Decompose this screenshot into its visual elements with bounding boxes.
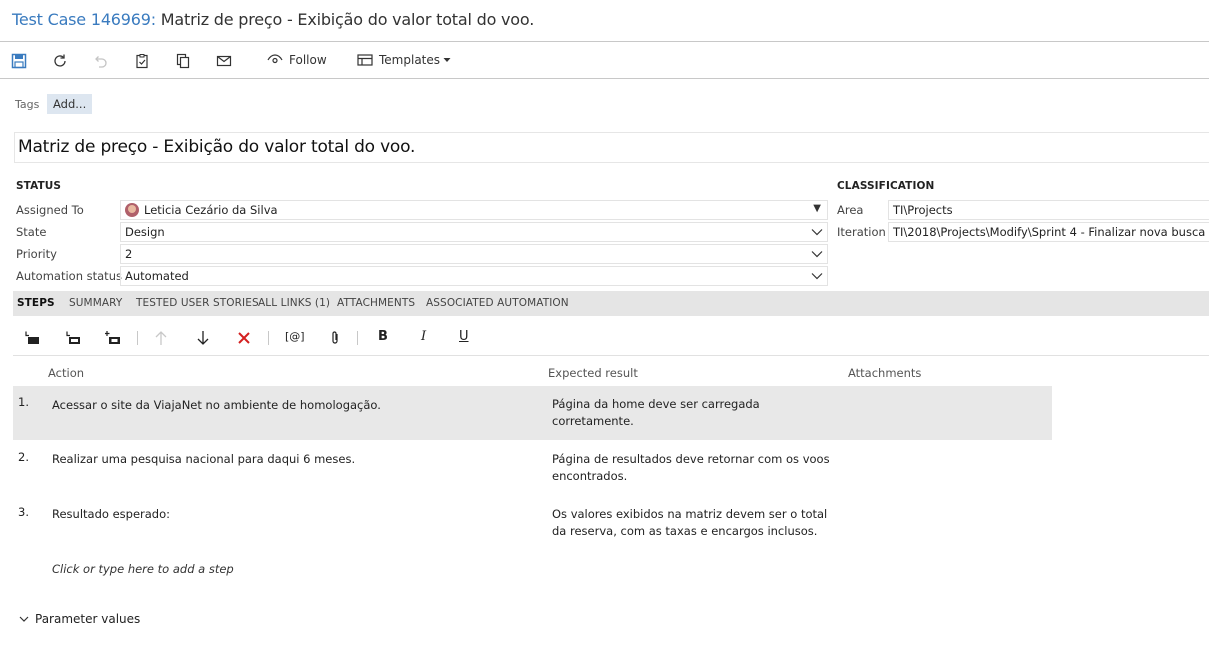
- clipboard-check-icon[interactable]: [132, 51, 152, 71]
- step-action[interactable]: Resultado esperado:: [52, 506, 532, 523]
- area-field[interactable]: TI\Projects: [888, 200, 1209, 220]
- follow-label: Follow: [289, 53, 327, 67]
- divider: [0, 78, 1209, 79]
- automation-status-label: Automation status: [16, 269, 122, 283]
- table-row[interactable]: 2. Realizar uma pesquisa nacional para d…: [13, 441, 1052, 495]
- state-value: Design: [125, 225, 165, 239]
- status-heading: STATUS: [16, 180, 62, 192]
- state-dropdown[interactable]: Design: [120, 222, 828, 242]
- move-down-icon[interactable]: [194, 329, 212, 347]
- automation-status-value: Automated: [125, 269, 189, 283]
- add-step-placeholder[interactable]: Click or type here to add a step: [52, 562, 234, 576]
- column-header-attachments: Attachments: [848, 366, 922, 380]
- classification-heading: CLASSIFICATION: [837, 180, 935, 192]
- save-icon[interactable]: [9, 51, 29, 71]
- iteration-label: Iteration: [837, 225, 886, 239]
- state-label: State: [16, 225, 47, 239]
- automation-status-dropdown[interactable]: Automated: [120, 266, 828, 286]
- work-item-tabs: STEPS SUMMARY TESTED USER STORIES ALL LI…: [13, 291, 1209, 316]
- priority-dropdown[interactable]: 2: [120, 244, 828, 264]
- move-up-icon: [152, 329, 170, 347]
- templates-label: Templates: [379, 53, 441, 67]
- chevron-down-icon: [811, 273, 823, 280]
- delete-step-icon[interactable]: [235, 329, 253, 347]
- add-tag-button[interactable]: Add...: [47, 94, 93, 114]
- insert-parameter-button[interactable]: [@]: [285, 330, 305, 343]
- priority-value: 2: [125, 247, 133, 261]
- insert-shared-steps-icon[interactable]: [64, 329, 82, 347]
- area-value: TI\Projects: [893, 203, 953, 217]
- insert-step-icon[interactable]: [23, 329, 41, 347]
- chevron-down-icon: [811, 229, 823, 236]
- step-action[interactable]: Acessar o site da ViajaNet no ambiente d…: [52, 397, 532, 414]
- separator: [137, 331, 138, 345]
- steps-toolbar: [@] B I U: [13, 320, 1209, 355]
- step-expected-result[interactable]: Os valores exibidos na matriz devem ser …: [552, 506, 842, 540]
- iteration-field[interactable]: TI\2018\Projects\Modify\Sprint 4 - Final…: [888, 222, 1209, 242]
- template-icon: [357, 54, 373, 66]
- column-header-expected-result: Expected result: [548, 366, 638, 380]
- title-field[interactable]: Matriz de preço - Exibição do valor tota…: [14, 132, 1209, 163]
- priority-label: Priority: [16, 247, 57, 261]
- refresh-icon[interactable]: [50, 51, 70, 71]
- parameter-values-toggle[interactable]: Parameter values: [19, 612, 140, 626]
- table-row[interactable]: 1. Acessar o site da ViajaNet no ambient…: [13, 386, 1052, 440]
- tab-all-links[interactable]: ALL LINKS (1): [258, 297, 330, 309]
- separator: [357, 331, 358, 345]
- area-label: Area: [837, 203, 864, 217]
- mail-icon[interactable]: [214, 51, 234, 71]
- separator: [268, 331, 269, 345]
- underline-button[interactable]: U: [459, 329, 469, 344]
- step-expected-result[interactable]: Página da home deve ser carregada corret…: [552, 396, 842, 430]
- copy-icon[interactable]: [173, 51, 193, 71]
- tab-attachments[interactable]: ATTACHMENTS: [337, 297, 415, 309]
- tab-tested-user-stories[interactable]: TESTED USER STORIES: [136, 297, 259, 309]
- work-item-toolbar: Follow Templates: [0, 42, 1209, 78]
- bold-button[interactable]: B: [378, 329, 388, 344]
- chevron-down-icon: [19, 616, 29, 622]
- assigned-to-label: Assigned To: [16, 203, 84, 217]
- divider: [13, 355, 1209, 356]
- step-number: 3.: [18, 505, 29, 519]
- work-item-title-bar: Test Case 146969: Matriz de preço - Exib…: [12, 10, 534, 34]
- avatar: [125, 203, 139, 217]
- follow-button[interactable]: Follow: [267, 53, 327, 67]
- work-item-title: Matriz de preço - Exibição do valor tota…: [160, 10, 535, 29]
- tab-summary[interactable]: SUMMARY: [69, 297, 122, 309]
- create-shared-steps-icon[interactable]: [104, 329, 122, 347]
- column-header-action: Action: [48, 366, 85, 380]
- tab-steps[interactable]: STEPS: [17, 297, 55, 309]
- chevron-down-icon: [811, 251, 823, 258]
- assigned-to-field[interactable]: Leticia Cezário da Silva ▼: [120, 200, 828, 220]
- templates-menu-button[interactable]: Templates: [357, 53, 451, 67]
- step-action[interactable]: Realizar uma pesquisa nacional para daqu…: [52, 451, 532, 468]
- parameter-values-label: Parameter values: [35, 612, 141, 626]
- caret-down-icon: [443, 58, 451, 62]
- paperclip-icon[interactable]: [326, 329, 344, 347]
- table-row[interactable]: 3. Resultado esperado: Os valores exibid…: [13, 496, 1052, 550]
- test-case-id: Test Case 146969:: [12, 10, 156, 29]
- step-number: 1.: [18, 395, 29, 409]
- iteration-value: TI\2018\Projects\Modify\Sprint 4 - Final…: [893, 225, 1206, 239]
- assigned-to-value: Leticia Cezário da Silva: [144, 203, 278, 217]
- italic-button[interactable]: I: [421, 329, 426, 344]
- tab-associated-automation[interactable]: ASSOCIATED AUTOMATION: [426, 297, 569, 309]
- tags-label: Tags: [15, 98, 40, 111]
- step-number: 2.: [18, 450, 29, 464]
- step-expected-result[interactable]: Página de resultados deve retornar com o…: [552, 451, 842, 485]
- eye-icon: [267, 54, 283, 64]
- undo-icon: [90, 51, 110, 71]
- caret-down-icon: ▼: [813, 203, 821, 214]
